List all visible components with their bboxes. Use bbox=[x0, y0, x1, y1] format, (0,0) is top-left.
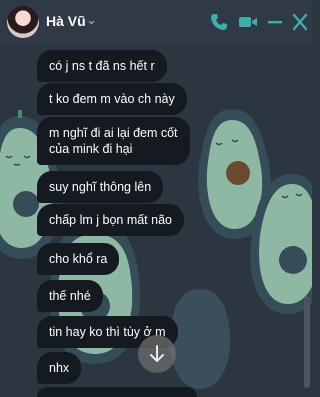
message-bubble[interactable]: chấp lm j bọn mất não bbox=[37, 204, 184, 236]
message-text: cho khổ ra bbox=[49, 252, 108, 266]
message-bubble-partial[interactable] bbox=[37, 387, 197, 397]
message-text: của mink đi hại bbox=[49, 142, 133, 156]
video-icon[interactable] bbox=[237, 12, 259, 32]
arrow-down-icon bbox=[150, 345, 164, 362]
message-text: có j ns t đã ns hết r bbox=[49, 59, 155, 73]
message-bubble[interactable]: nhx bbox=[37, 352, 82, 384]
avatar[interactable] bbox=[7, 6, 39, 38]
message-text: suy nghĩ thông lên bbox=[49, 180, 152, 194]
message-text: nhx bbox=[49, 361, 70, 375]
message-text: chấp lm j bọn mất não bbox=[49, 213, 172, 227]
message-bubble[interactable]: m nghĩ đi ai lại đem cốt của mink đi hại bbox=[37, 117, 190, 165]
chevron-down-icon[interactable]: ⌄ bbox=[86, 12, 97, 28]
message-bubble[interactable]: thế nhé bbox=[37, 280, 103, 312]
message-bubble[interactable]: cho khổ ra bbox=[37, 243, 120, 275]
message-text: thế nhé bbox=[49, 289, 91, 303]
contact-name[interactable]: Hà Vũ bbox=[46, 13, 86, 29]
message-bubble[interactable]: t ko đem m vào ch này bbox=[37, 83, 187, 115]
message-text: m nghĩ đi ai lại đem cốt bbox=[49, 126, 178, 140]
message-text: t ko đem m vào ch này bbox=[49, 92, 175, 106]
scroll-to-bottom-button[interactable] bbox=[138, 335, 176, 373]
chat-header: Hà Vũ ⌄ bbox=[0, 0, 312, 44]
message-bubble[interactable]: suy nghĩ thông lên bbox=[37, 171, 164, 203]
message-list[interactable]: có j ns t đã ns hết r t ko đem m vào ch … bbox=[0, 44, 312, 397]
close-icon[interactable] bbox=[291, 12, 309, 32]
scrollbar-thumb[interactable] bbox=[304, 296, 310, 388]
phone-icon[interactable] bbox=[209, 12, 229, 32]
minimize-icon[interactable] bbox=[266, 12, 284, 32]
message-bubble[interactable]: có j ns t đã ns hết r bbox=[37, 50, 167, 82]
